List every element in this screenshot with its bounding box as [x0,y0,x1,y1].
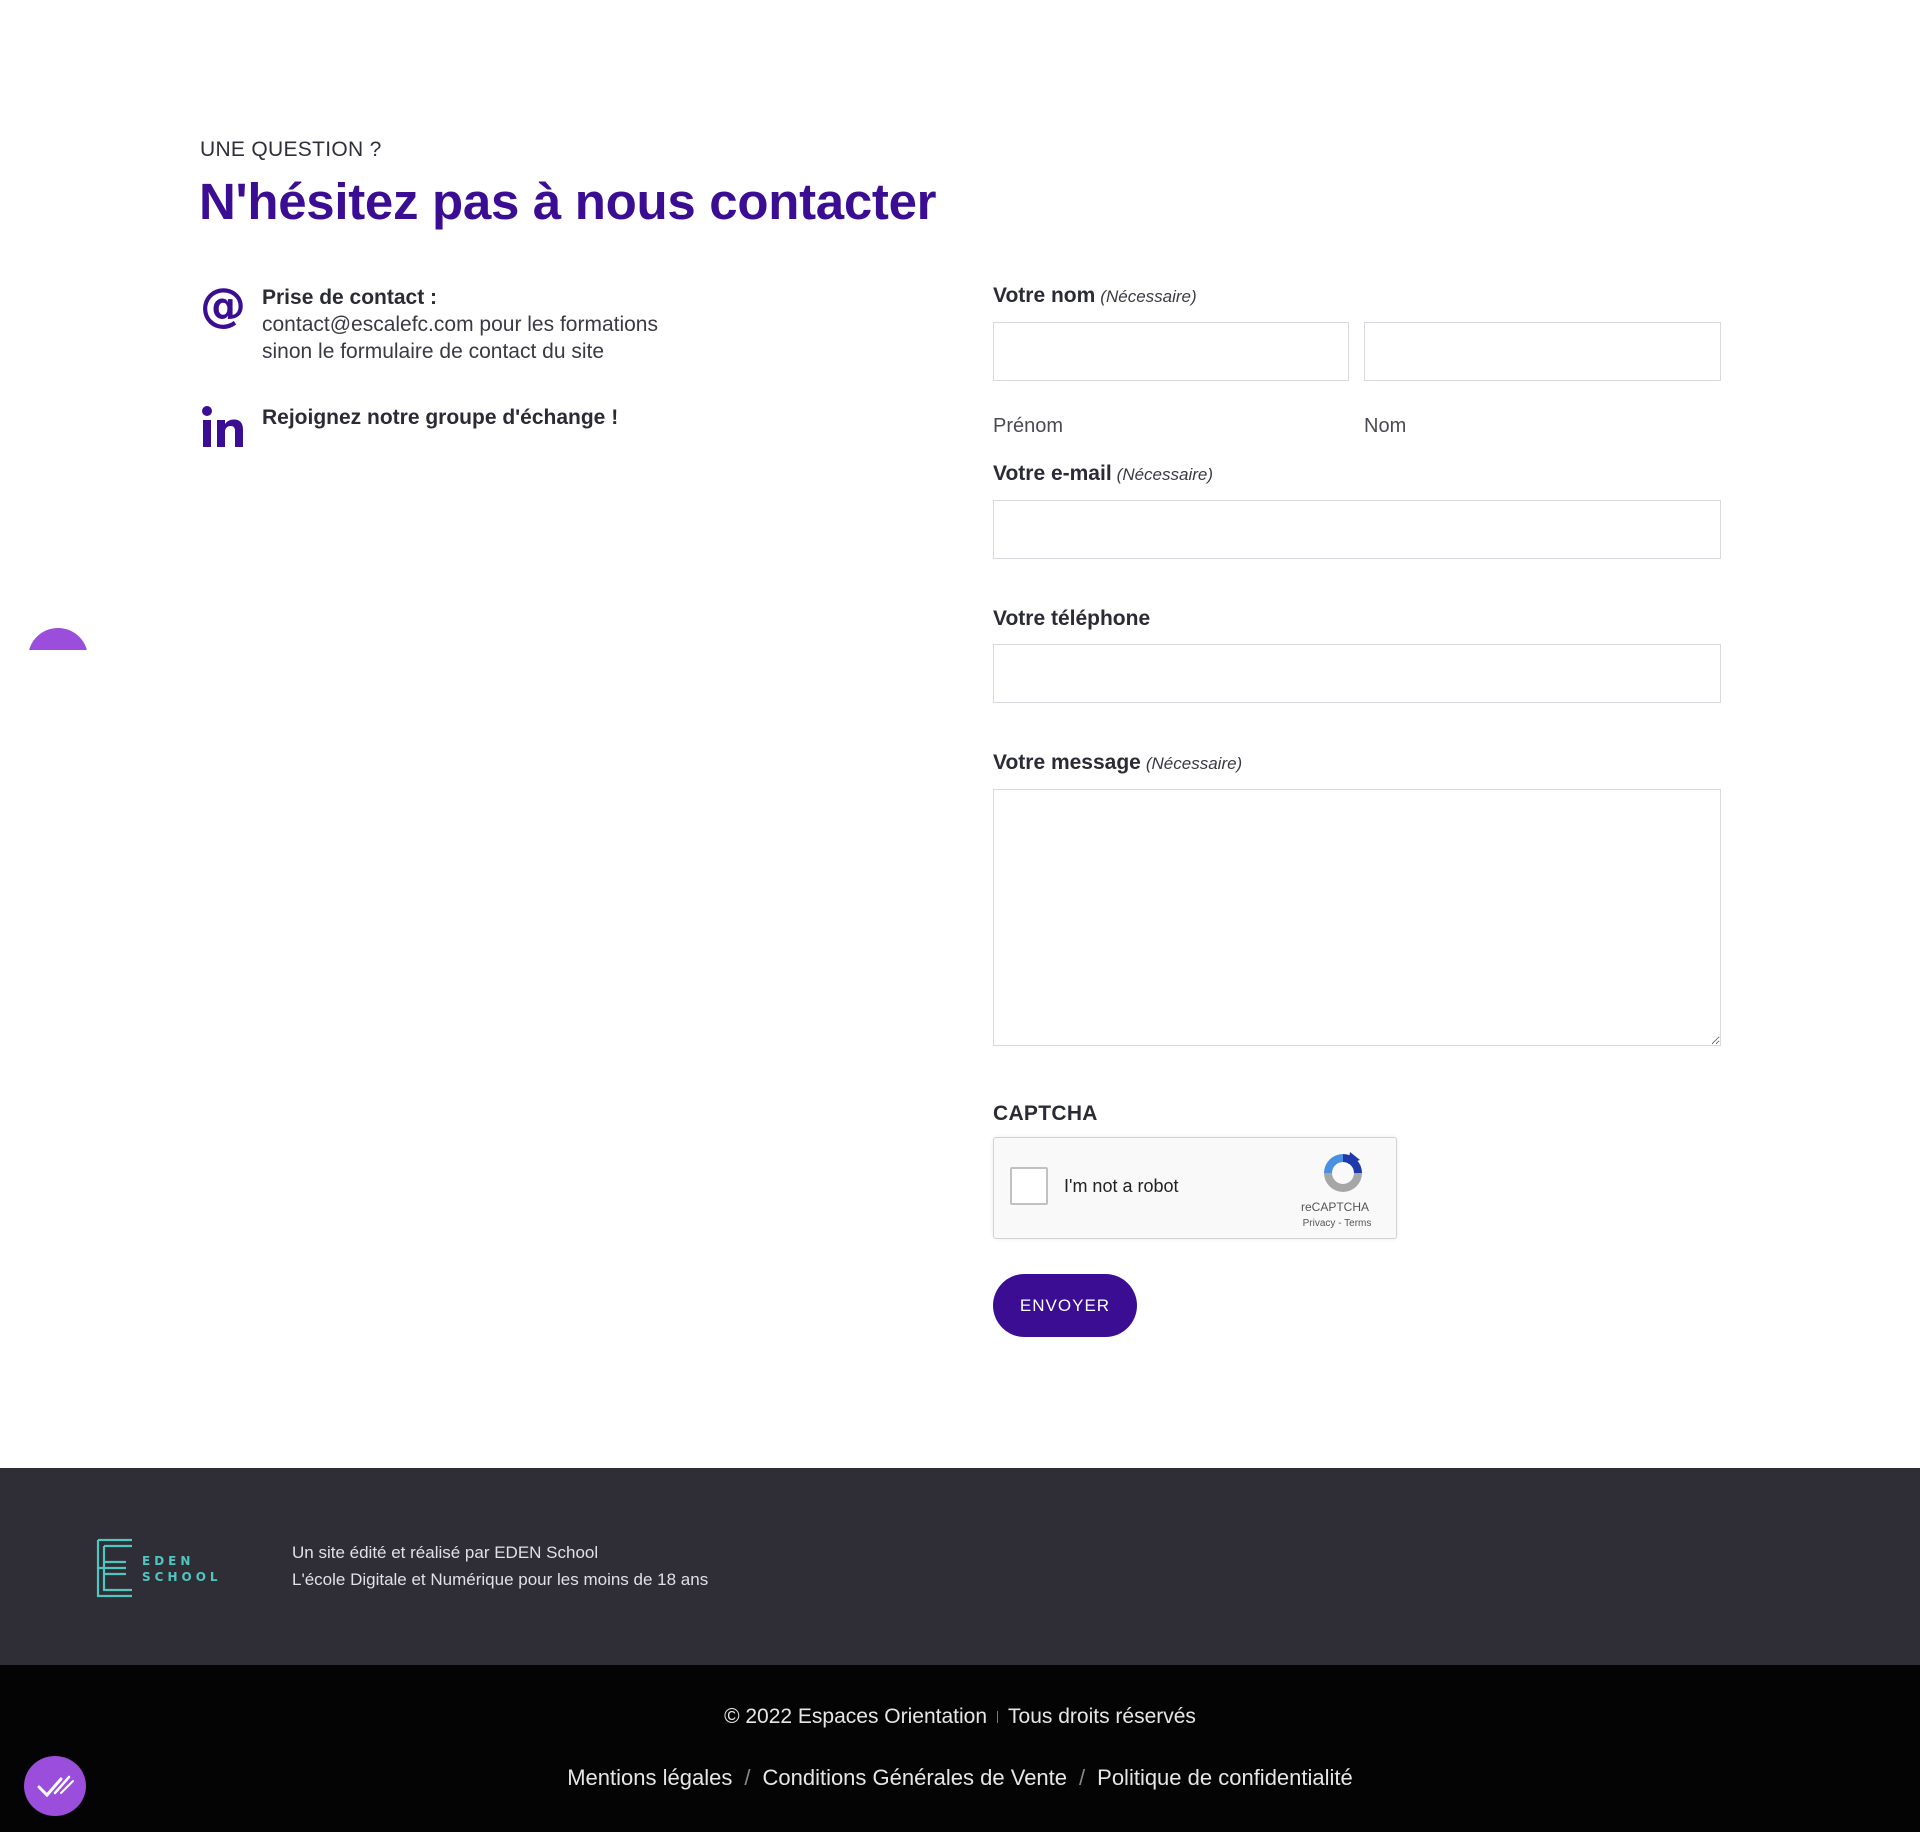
at-sign-icon: @ [200,284,246,330]
recaptcha-widget: I'm not a robot reCAPTCHA Privacy - Term… [993,1137,1397,1239]
eden-school-logo[interactable]: EDEN SCHOOL [96,1538,226,1598]
recaptcha-checkbox[interactable] [1010,1167,1048,1205]
legal-notice-link[interactable]: Mentions légales [567,1765,732,1790]
copyright-line: © 2022 Espaces Orientation Tous droits ré… [0,1705,1920,1729]
email-input[interactable] [993,500,1721,559]
section-eyebrow: UNE QUESTION ? [200,138,382,161]
side-accessibility-tab[interactable] [28,628,88,650]
contact-email-line1: contact@escalefc.com pour les formations [262,313,658,336]
footer-bottom: © 2022 Espaces Orientation Tous droits ré… [0,1665,1920,1832]
name-required-marker: (Nécessaire) [1100,287,1197,306]
contact-email-text: Prise de contact : contact@escalefc.com … [262,284,658,365]
email-required-marker: (Nécessaire) [1116,465,1214,484]
recaptcha-brand: reCAPTCHA [1300,1200,1369,1214]
linkedin-icon[interactable] [200,404,246,450]
captcha-label: CAPTCHA [993,1102,1098,1125]
accessibility-badge[interactable] [24,1756,86,1816]
last-name-input[interactable] [1364,322,1721,381]
message-textarea[interactable] [993,789,1721,1046]
contact-email-title: Prise de contact : [262,286,438,309]
eden-logo-text-bottom: SCHOOL [142,1570,222,1584]
footer-top: EDEN SCHOOL Un site édité et réalisé par… [0,1468,1920,1665]
footer-credit-line1: Un site édité et réalisé par EDEN School [292,1543,599,1562]
contact-email-block: @ Prise de contact : contact@escalefc.co… [200,284,658,365]
privacy-policy-link[interactable]: Politique de confidentialité [1097,1765,1353,1790]
phone-label: Votre téléphone [993,607,1151,630]
linkedin-block[interactable]: Rejoignez notre groupe d'échange ! [200,404,618,450]
last-name-sublabel: Nom [1364,415,1407,437]
recaptcha-links[interactable]: Privacy - Terms [1292,1218,1382,1229]
linkedin-text[interactable]: Rejoignez notre groupe d'échange ! [262,406,618,429]
message-required-marker: (Nécessaire) [1145,754,1243,773]
recaptcha-logo-icon [1324,1152,1362,1192]
footer-links: Mentions légales / Conditions Générales de… [0,1765,1920,1791]
name-label: Votre nom (Nécessaire) [993,284,1197,307]
submit-button[interactable]: ENVOYER [993,1274,1137,1337]
footer-link-separator: / [1079,1765,1086,1790]
phone-input[interactable] [993,644,1721,703]
double-check-icon [37,1775,74,1798]
eden-logo-icon: EDEN SCHOOL [96,1538,222,1598]
contact-email-line2: sinon le formulaire de contact du site [262,340,605,363]
eden-logo-text-top: EDEN [142,1554,194,1568]
terms-of-sale-link[interactable]: Conditions Générales de Vente [762,1765,1067,1790]
rights-text: Tous droits réservés [1008,1705,1196,1728]
email-label: Votre e-mail (Nécessaire) [993,462,1214,485]
first-name-input[interactable] [993,322,1349,381]
first-name-sublabel: Prénom [993,415,1064,437]
recaptcha-label: I'm not a robot [1064,1176,1179,1196]
footer-link-separator: / [744,1765,751,1790]
copyright-text: © 2022 Espaces Orientation [724,1705,988,1728]
message-label: Votre message (Nécessaire) [993,751,1243,774]
footer-credit-line2: L'école Digitale et Numérique pour les m… [292,1570,709,1589]
page-title: N'hésitez pas à nous contacter [199,173,937,230]
svg-text:@: @ [201,285,245,329]
